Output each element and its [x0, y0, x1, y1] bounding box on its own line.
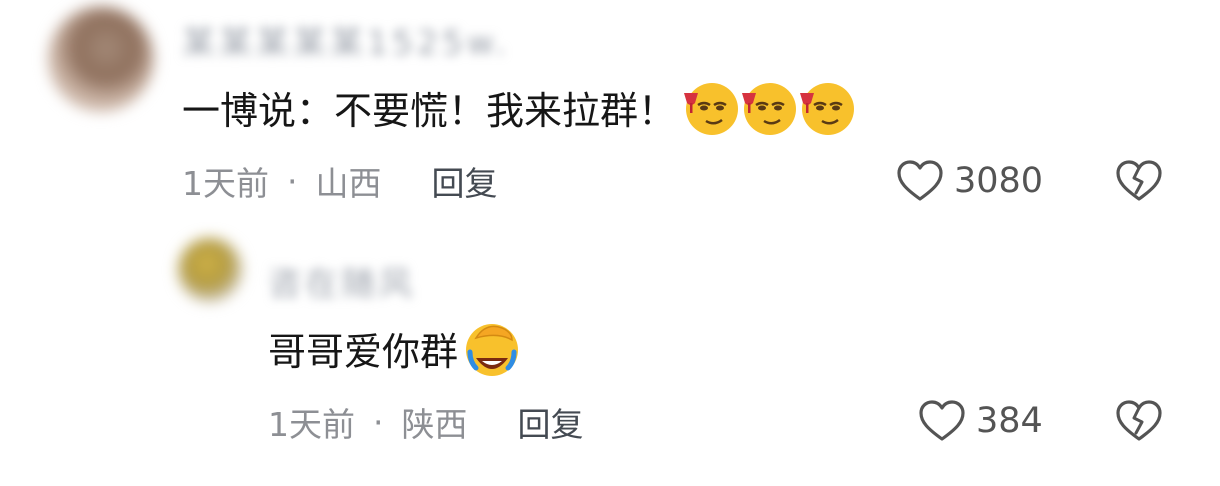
comment-text: 哥哥爱你群	[268, 329, 459, 374]
username[interactable]: 某某某某某1525w.	[182, 16, 509, 64]
avatar[interactable]	[48, 6, 154, 112]
comment-meta: 1天前 · 山西 回复	[182, 158, 498, 204]
facepalm-laugh-emoji	[466, 324, 519, 376]
comment-text-row: 一博说：不要慌！我来拉群！	[182, 79, 856, 135]
like-button[interactable]: 3080	[896, 156, 1043, 206]
comment-location: 山西	[315, 164, 382, 203]
comment-location: 陕西	[401, 405, 468, 444]
comment-text-row: 哥哥爱你群	[268, 320, 522, 376]
reply-button[interactable]: 回复	[432, 157, 498, 205]
comment-text: 一博说：不要慌！我来拉群！	[182, 88, 677, 133]
meta-separator: ·	[373, 402, 384, 442]
smirk-wine-emoji	[742, 83, 797, 135]
avatar[interactable]	[178, 238, 242, 302]
like-count: 3080	[954, 161, 1044, 201]
like-count: 384	[976, 401, 1043, 441]
broken-heart-icon[interactable]	[1115, 399, 1163, 443]
comment-time: 1天前	[268, 405, 355, 444]
smirk-wine-emoji	[684, 83, 739, 135]
meta-separator: ·	[287, 161, 298, 201]
comment-meta: 1天前 · 陕西 回复	[268, 399, 584, 445]
like-button[interactable]: 384	[918, 396, 1043, 446]
comment-time: 1天前	[182, 164, 269, 203]
smirk-wine-emoji	[800, 83, 855, 135]
broken-heart-icon[interactable]	[1115, 159, 1163, 203]
reply-button[interactable]: 回复	[518, 398, 584, 446]
username[interactable]: 咨在随风	[268, 257, 416, 305]
heart-icon	[919, 400, 965, 441]
heart-icon	[897, 160, 943, 201]
